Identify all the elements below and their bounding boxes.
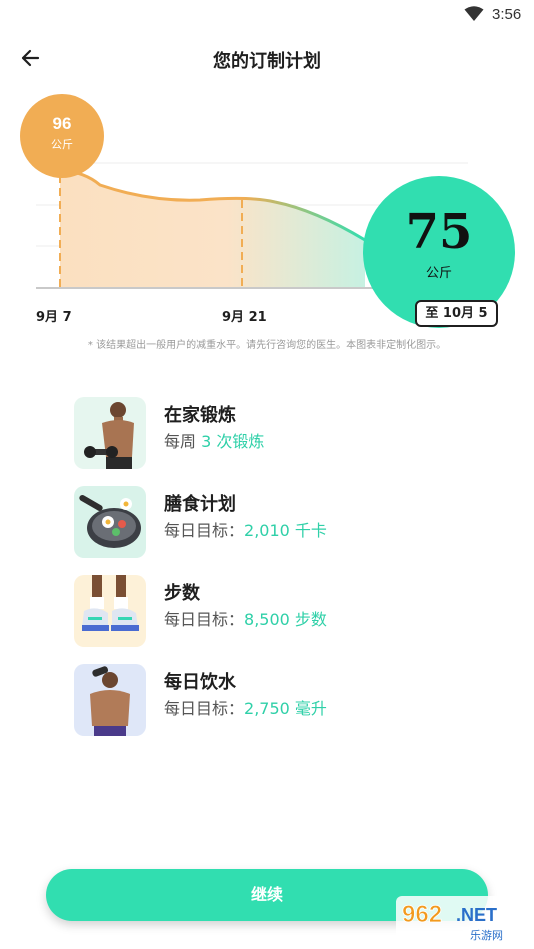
x-tick-label: 9月 21 bbox=[222, 310, 267, 325]
plan-goal: 每日目标：8,500 步数 bbox=[164, 610, 327, 629]
list-item: 在家锻炼 每周 3 次锻炼 bbox=[74, 397, 494, 486]
disclaimer: * 该结果超出一般用户的减重水平。请先行咨询您的医生。本图表非定制化图示。 bbox=[87, 340, 447, 351]
start-weight-bubble: 96 公斤 bbox=[20, 94, 104, 178]
drinking-man-photo-icon bbox=[74, 664, 146, 736]
pan-food-photo-icon bbox=[74, 486, 146, 558]
list-item: 步数 每日目标：8,500 步数 bbox=[74, 575, 494, 664]
plan-title: 膳食计划 bbox=[164, 494, 236, 515]
plan-goal: 每日目标：2,010 千卡 bbox=[164, 521, 327, 540]
watermark-sub: 乐游网 bbox=[470, 929, 503, 942]
plan-goal-value: 8,500 步数 bbox=[244, 610, 327, 629]
sneakers-photo-icon bbox=[74, 575, 146, 647]
list-item: 每日饮水 每日目标：2,750 毫升 bbox=[74, 664, 494, 753]
goal-weight-value: 75 bbox=[405, 204, 473, 260]
watermark-suffix: .NET bbox=[456, 905, 497, 925]
plan-goal: 每周 3 次锻炼 bbox=[164, 432, 265, 451]
page-title: 您的订制计划 bbox=[213, 51, 321, 72]
plan-title: 在家锻炼 bbox=[164, 405, 236, 426]
status-time: 3:56 bbox=[492, 6, 522, 23]
watermark-brand: 962 bbox=[402, 901, 442, 928]
plan-title: 步数 bbox=[164, 583, 200, 604]
plan-list: 在家锻炼 每周 3 次锻炼 膳食计划 每日目标：2,010 千卡 步数 每日目标… bbox=[74, 397, 494, 753]
start-weight-unit: 公斤 bbox=[51, 138, 73, 151]
plan-title: 每日饮水 bbox=[164, 672, 236, 693]
plan-goal-value: 2,010 千卡 bbox=[244, 521, 327, 540]
wifi-icon bbox=[464, 6, 484, 21]
plan-goal-value: 2,750 毫升 bbox=[244, 699, 327, 718]
goal-weight-unit: 公斤 bbox=[425, 266, 452, 281]
x-tick-label-goal: 至 10月 5 bbox=[415, 300, 498, 327]
plan-goal: 每日目标：2,750 毫升 bbox=[164, 699, 327, 718]
watermark-logo-icon: 962 .NET 乐游网 bbox=[396, 896, 530, 942]
dumbbell-man-photo-icon bbox=[74, 397, 146, 469]
status-bar: 3:56 bbox=[0, 0, 534, 32]
x-tick-label: 9月 7 bbox=[36, 310, 72, 325]
list-item: 膳食计划 每日目标：2,010 千卡 bbox=[74, 486, 494, 575]
plan-goal-value: 3 次锻炼 bbox=[201, 432, 265, 451]
start-weight-value: 96 bbox=[52, 114, 72, 133]
